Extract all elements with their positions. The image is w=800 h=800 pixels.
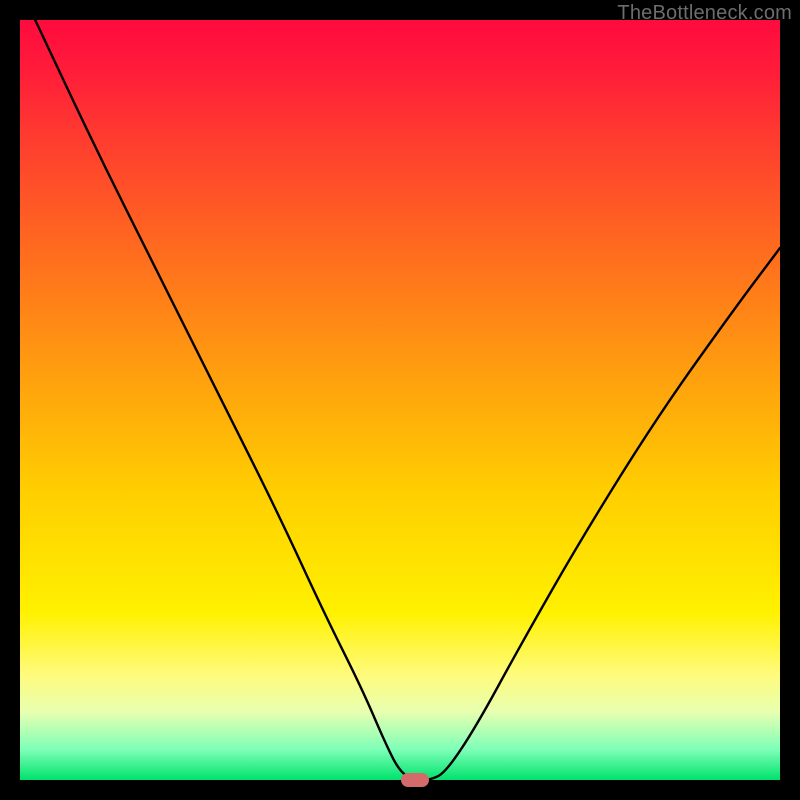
curve-path (35, 20, 780, 780)
plot-area (20, 20, 780, 780)
chart-frame: TheBottleneck.com (0, 0, 800, 800)
attribution-text: TheBottleneck.com (617, 2, 792, 25)
bottleneck-curve (20, 20, 780, 780)
optimal-marker (401, 773, 429, 787)
